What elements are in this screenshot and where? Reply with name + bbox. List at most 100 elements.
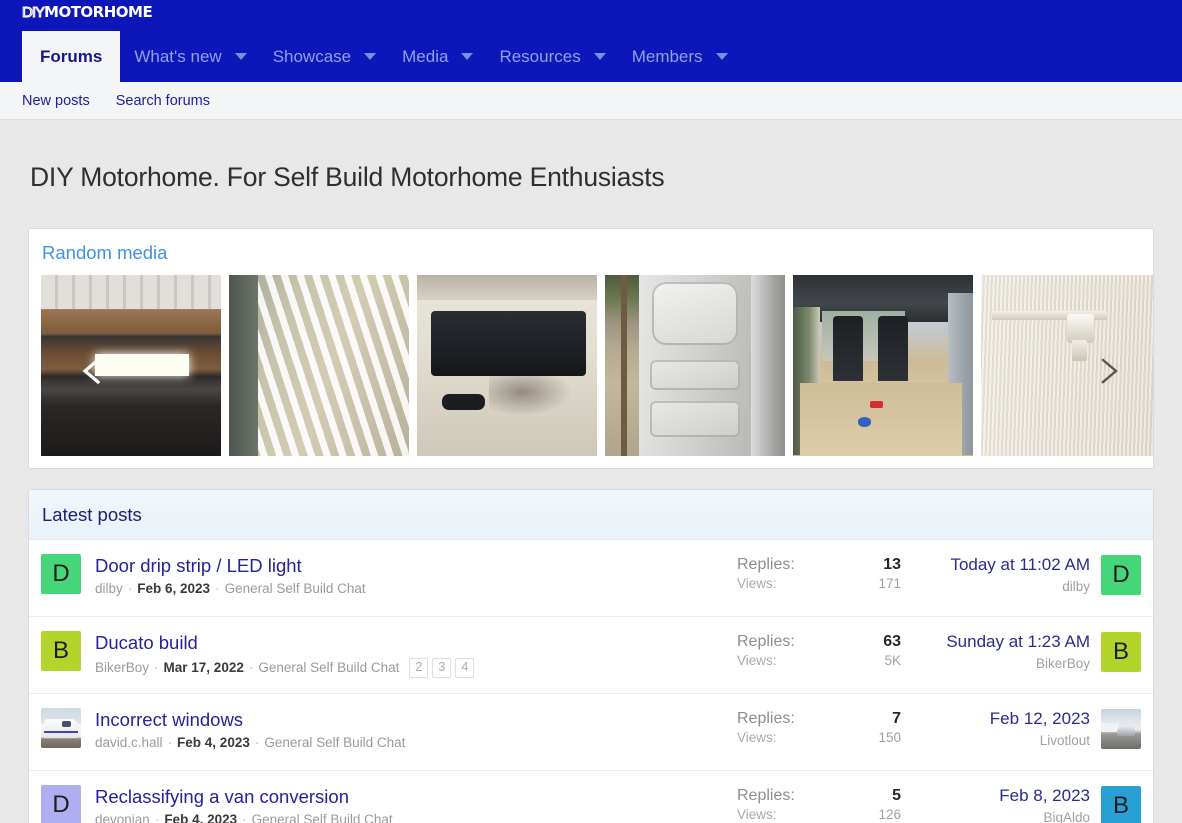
last-post-author[interactable]: BikerBoy [946,656,1090,671]
post-title-link[interactable]: Incorrect windows [95,709,737,730]
post-author[interactable]: devonian [95,812,150,823]
chevron-left-icon[interactable] [76,354,110,388]
post-forum[interactable]: General Self Build Chat [264,735,405,750]
replies-label: Replies: [737,709,795,727]
nav-item-forums[interactable]: Forums [22,31,121,82]
replies-label: Replies: [737,555,795,573]
subnav-item-new-posts[interactable]: New posts [22,93,90,109]
post-row[interactable]: B Ducato build BikerBoy · Mar 17, 2022 · Gener… [29,617,1153,694]
last-post-text: Today at 11:02 AM dilby [950,555,1090,594]
last-post-author[interactable]: BigAldo [999,810,1090,823]
chevron-down-icon [461,53,474,60]
nav-item-label: What's new [134,46,222,66]
replies-stat: Replies: 5 [737,787,901,805]
last-post-timestamp[interactable]: Sunday at 1:23 AM [946,632,1090,652]
author-avatar[interactable]: D [41,784,81,823]
latest-posts-heading[interactable]: Latest posts [29,489,1153,540]
nav-item-showcase[interactable]: Showcase [259,31,365,82]
post-forum[interactable]: General Self Build Chat [258,660,399,675]
media-thumbnail[interactable] [981,274,1153,456]
nav-item-label: Members [631,46,703,66]
last-post-author[interactable]: dilby [950,579,1090,594]
post-date: Feb 4, 2023 [164,811,238,823]
media-thumbnail[interactable] [793,274,973,456]
author-avatar[interactable] [41,707,81,748]
logo-text-diy: DIY [21,4,45,21]
last-post-author[interactable]: Livotlout [990,733,1090,748]
subnav-item-search-forums[interactable]: Search forums [116,93,210,109]
author-avatar[interactable]: B [41,630,81,671]
replies-stat: Replies: 13 [737,556,901,574]
last-post-avatar[interactable]: B [1101,631,1141,672]
last-post-info: Sunday at 1:23 AM BikerBoy B [905,631,1141,672]
page-number-link[interactable]: 3 [432,657,452,678]
post-author[interactable]: dilby [95,581,123,596]
media-thumbnail[interactable] [41,274,221,456]
views-label: Views: [737,729,777,745]
replies-value: 63 [883,632,901,650]
nav-item-label: Showcase [272,46,352,66]
post-title-link[interactable]: Reclassifying a van conversion [95,786,737,807]
views-value: 126 [878,806,901,822]
last-post-timestamp[interactable]: Feb 12, 2023 [990,709,1090,729]
random-media-heading[interactable]: Random media [29,229,1153,275]
post-title-link[interactable]: Ducato build [95,632,737,653]
post-date: Mar 17, 2022 [163,660,244,676]
last-post-timestamp[interactable]: Today at 11:02 AM [950,555,1090,575]
nav-item-resources[interactable]: Resources [485,31,594,82]
post-row[interactable]: D Reclassifying a van conversion devonian ·… [29,771,1153,823]
latest-posts-block: Latest posts D Door drip strip / LED ligh… [28,488,1154,823]
post-meta: BikerBoy · Mar 17, 2022 · General Self Build… [95,657,737,678]
post-title-link[interactable]: Door drip strip / LED light [95,555,737,576]
chevron-down-icon [593,53,606,60]
nav-item-what-s-new[interactable]: What's new [120,31,235,82]
post-row[interactable]: D Door drip strip / LED light dilby · Feb 6,… [29,540,1153,617]
views-value: 150 [878,729,901,745]
latest-posts-list: D Door drip strip / LED light dilby · Feb 6,… [29,540,1153,823]
author-avatar[interactable]: D [41,553,81,594]
last-post-avatar[interactable] [1101,708,1141,749]
media-thumbnail[interactable] [605,274,785,456]
replies-label: Replies: [737,786,795,804]
nav-item-label: Media [402,46,449,66]
replies-stat: Replies: 63 [737,633,901,651]
views-label: Views: [737,806,777,822]
last-post-avatar[interactable]: D [1101,554,1141,595]
post-main: Ducato build BikerBoy · Mar 17, 2022 · Genera… [95,631,737,678]
nav-dropdown-toggle[interactable] [461,31,485,82]
site-logo[interactable]: DIYMOTORHOME [21,4,152,21]
replies-label: Replies: [737,632,795,650]
nav-dropdown-toggle[interactable] [593,31,618,82]
last-post-info: Feb 8, 2023 BigAldo B [905,785,1141,823]
post-row[interactable]: Incorrect windows david.c.hall · Feb 4, 202… [29,694,1153,771]
nav-item-media[interactable]: Media [388,31,462,82]
last-post-avatar[interactable]: B [1101,785,1141,823]
nav-item-members[interactable]: Members [618,31,717,82]
chevron-right-icon[interactable] [1091,354,1125,388]
media-thumbnail[interactable] [417,274,597,456]
page-number-list: 234 [409,657,475,678]
post-forum[interactable]: General Self Build Chat [225,581,366,596]
post-main: Incorrect windows david.c.hall · Feb 4, 202… [95,708,737,750]
last-post-text: Feb 12, 2023 Livotlout [990,709,1090,748]
nav-dropdown-toggle[interactable] [715,31,740,82]
post-meta: devonian · Feb 4, 2023 · General Self Build … [95,812,737,823]
post-stats: Replies: 63 Views: 5K [737,631,905,668]
post-forum[interactable]: General Self Build Chat [252,812,393,823]
nav-dropdown-toggle[interactable] [234,31,259,82]
page-number-link[interactable]: 2 [409,657,429,678]
post-meta: dilby · Feb 6, 2023 · General Self Build Cha… [95,581,737,596]
meta-separator: · [248,660,254,676]
replies-value: 7 [892,709,901,727]
last-post-timestamp[interactable]: Feb 8, 2023 [999,786,1090,806]
avatar-initial: D [52,559,70,587]
views-stat: Views: 171 [737,576,901,591]
nav-item-label: Forums [40,46,103,66]
last-post-text: Sunday at 1:23 AM BikerBoy [946,632,1090,671]
post-author[interactable]: BikerBoy [95,660,149,675]
page-number-link[interactable]: 4 [455,657,475,678]
media-thumbnail[interactable] [229,274,409,456]
post-author[interactable]: david.c.hall [95,735,163,750]
views-stat: Views: 126 [737,807,901,822]
nav-dropdown-toggle[interactable] [364,31,388,82]
